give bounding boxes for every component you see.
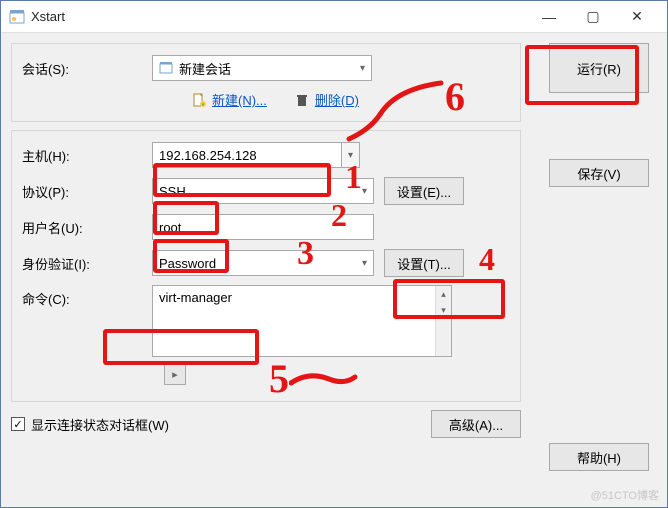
command-label: 命令(C): bbox=[22, 285, 152, 308]
run-button[interactable]: 运行(R) bbox=[549, 43, 649, 93]
session-combo[interactable]: 新建会话 ▾ bbox=[152, 55, 372, 81]
command-menu-button[interactable]: ▸ bbox=[164, 363, 186, 385]
session-toolbar: ★ 新建(N)... 删除(D) bbox=[192, 90, 510, 109]
protocol-settings-button[interactable]: 设置(E)... bbox=[384, 177, 464, 205]
close-button[interactable]: ✕ bbox=[615, 4, 659, 30]
protocol-label: 协议(P): bbox=[22, 182, 152, 201]
action-column: 运行(R) 保存(V) 帮助(H) bbox=[549, 43, 649, 187]
help-button[interactable]: 帮助(H) bbox=[549, 443, 649, 471]
window-title: Xstart bbox=[31, 9, 527, 24]
session-value: 新建会话 bbox=[179, 59, 231, 78]
auth-select[interactable]: Password ▾ bbox=[152, 250, 374, 276]
command-textarea[interactable]: virt-manager ▴ ▾ bbox=[152, 285, 452, 357]
auth-settings-button[interactable]: 设置(T)... bbox=[384, 249, 464, 277]
scroll-up-icon: ▴ bbox=[436, 286, 451, 302]
watermark: @51CTO博客 bbox=[591, 487, 659, 503]
session-group: 会话(S): 新建会话 ▾ bbox=[11, 43, 521, 122]
chevron-down-icon: ▾ bbox=[362, 258, 367, 269]
titlebar: Xstart — ▢ ✕ bbox=[1, 1, 667, 33]
advanced-button[interactable]: 高级(A)... bbox=[431, 410, 521, 438]
auth-value: Password bbox=[159, 256, 216, 271]
new-file-icon: ★ bbox=[192, 93, 206, 107]
svg-text:★: ★ bbox=[201, 102, 206, 107]
delete-session-label: 删除(D) bbox=[315, 90, 359, 109]
username-label: 用户名(U): bbox=[22, 218, 152, 237]
new-session-label: 新建(N)... bbox=[212, 90, 267, 109]
minimize-button[interactable]: — bbox=[527, 4, 571, 30]
protocol-select[interactable]: SSH ▾ bbox=[152, 178, 374, 204]
username-input[interactable] bbox=[152, 214, 374, 240]
delete-session-button[interactable]: 删除(D) bbox=[295, 90, 359, 109]
host-dropdown-button[interactable]: ▾ bbox=[342, 142, 360, 168]
protocol-value: SSH bbox=[159, 184, 186, 199]
show-status-checkbox[interactable]: ✓ bbox=[11, 417, 25, 431]
show-status-checkbox-row: ✓ 显示连接状态对话框(W) bbox=[11, 415, 169, 434]
maximize-button[interactable]: ▢ bbox=[571, 4, 615, 30]
new-session-button[interactable]: ★ 新建(N)... bbox=[192, 90, 267, 109]
session-label: 会话(S): bbox=[22, 59, 152, 78]
save-button[interactable]: 保存(V) bbox=[549, 159, 649, 187]
scroll-down-icon: ▾ bbox=[436, 302, 451, 318]
session-icon bbox=[159, 61, 173, 75]
app-icon bbox=[9, 9, 25, 25]
host-field-wrap: ▾ bbox=[152, 142, 360, 168]
auth-label: 身份验证(I): bbox=[22, 254, 152, 273]
show-status-label: 显示连接状态对话框(W) bbox=[31, 415, 169, 434]
client-area: 运行(R) 保存(V) 帮助(H) 会话(S): 新建会话 bbox=[1, 33, 667, 507]
host-label: 主机(H): bbox=[22, 146, 152, 165]
command-value: virt-manager bbox=[159, 290, 232, 305]
xstart-window: Xstart — ▢ ✕ 运行(R) 保存(V) 帮助(H) 会话(S): bbox=[0, 0, 668, 508]
window-controls: — ▢ ✕ bbox=[527, 4, 659, 30]
chevron-down-icon: ▾ bbox=[360, 63, 365, 74]
host-input[interactable] bbox=[152, 142, 342, 168]
connection-group: 主机(H): ▾ 协议(P): SSH ▾ 设置(E)... 用户名(U): bbox=[11, 130, 521, 402]
command-scrollbar[interactable]: ▴ ▾ bbox=[435, 286, 451, 356]
chevron-down-icon: ▾ bbox=[362, 186, 367, 197]
trash-icon bbox=[295, 93, 309, 107]
